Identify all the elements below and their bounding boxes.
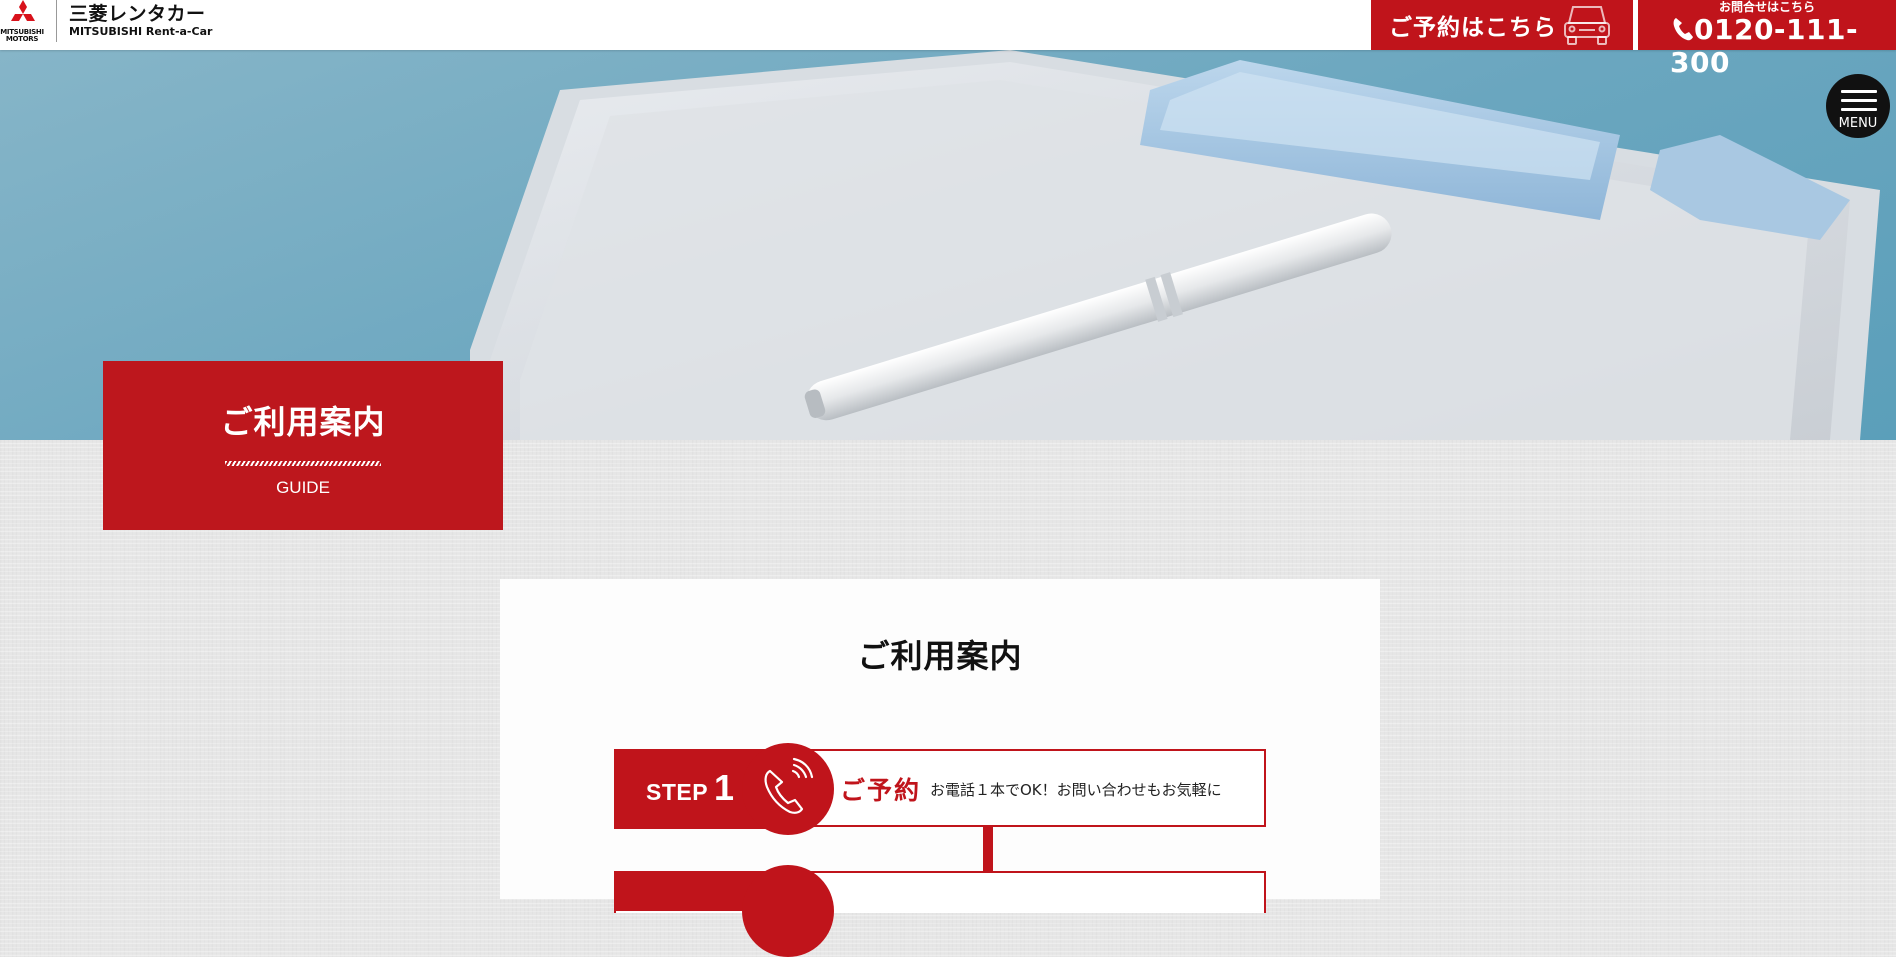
step-name: ご予約 [840,776,922,805]
page-title: ご利用案内 [220,403,386,441]
section-title: ご利用案内 [857,637,1023,675]
menu-button[interactable]: MENU [1826,74,1890,138]
guide-content: ご利用案内 STEP 1 ご予約 お電話１本でOK！お問い合わせもお気軽に [500,579,1380,957]
brand-divider [56,0,57,42]
step-icon-circle [742,743,834,835]
step-connector [983,827,993,877]
brand-name-ja: 三菱レンタカー [69,3,206,25]
title-divider [225,461,381,466]
three-diamonds-icon [11,0,35,21]
maker-logo-text-2: MOTORS [5,35,39,43]
step-1-row: STEP 1 ご予約 お電話１本でOK！お問い合わせもお気軽に [614,743,1266,835]
step-icon-circle [742,865,834,957]
reserve-button[interactable]: ご予約はこちら [1371,0,1633,50]
menu-label: MENU [1838,116,1878,131]
brand-text: 三菱レンタカー MITSUBISHI Rent-a-Car [69,0,212,38]
hamburger-icon-bar [1841,99,1877,102]
brand-logo-link[interactable]: MITSUBISHI MOTORS 三菱レンタカー MITSUBISHI Ren… [0,0,212,50]
phone-number: 0120-111-300 [1670,13,1896,79]
brand-name-en: MITSUBISHI Rent-a-Car [69,25,213,38]
phone-contact-button[interactable]: お問合せはこちら 0120-111-300 [1638,0,1896,79]
step-description: お電話１本でOK！お問い合わせもお気軽に [930,781,1222,799]
car-icon [1564,6,1610,45]
reserve-button-label: ご予約はこちら [1389,15,1557,41]
step-word: STEP [646,779,709,805]
phone-number-text: 0120-111-300 [1670,13,1859,79]
page-title-box: ご利用案内 GUIDE [103,361,503,530]
site-header: MITSUBISHI MOTORS 三菱レンタカー MITSUBISHI Ren… [0,0,1896,79]
phone-icon [764,757,814,814]
step-2-row [614,865,1266,957]
step-number: 1 [714,767,735,808]
hamburger-icon-bar [1841,90,1877,93]
hamburger-icon-bar [1841,108,1877,111]
page-subtitle: GUIDE [276,478,330,497]
mitsubishi-motors-logo: MITSUBISHI MOTORS [0,0,44,46]
